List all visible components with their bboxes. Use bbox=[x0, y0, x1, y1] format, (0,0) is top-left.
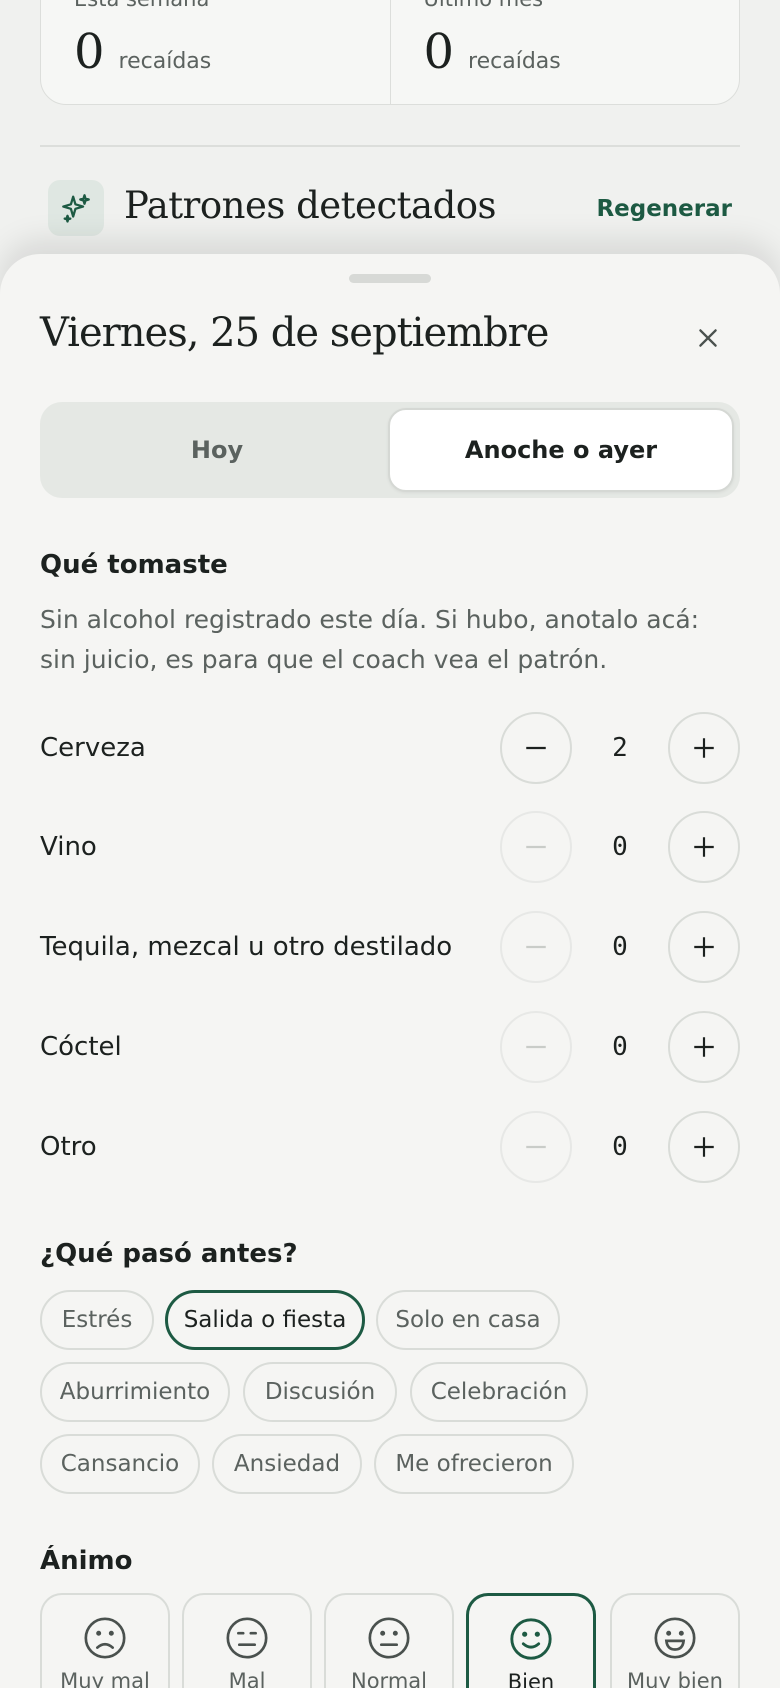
chip-discusion[interactable]: Discusión bbox=[243, 1362, 397, 1422]
increment-button[interactable] bbox=[668, 1011, 740, 1083]
minus-icon bbox=[526, 746, 546, 750]
mood-label: Muy bien bbox=[627, 1669, 723, 1688]
chip-aburrimiento[interactable]: Aburrimiento bbox=[40, 1362, 230, 1422]
grin-face-icon bbox=[654, 1617, 696, 1659]
mood-heading: Ánimo bbox=[40, 1546, 133, 1576]
sad-face-icon bbox=[226, 1617, 268, 1659]
minus-icon bbox=[526, 1045, 546, 1049]
stat-value: 0 bbox=[423, 24, 455, 80]
mood-normal[interactable]: Normal bbox=[324, 1593, 454, 1688]
divider bbox=[40, 145, 740, 147]
sheet-drag-handle[interactable] bbox=[349, 274, 431, 283]
plus-icon bbox=[694, 837, 714, 857]
decrement-button[interactable] bbox=[500, 712, 572, 784]
day-segmented-control: Hoy Anoche o ayer bbox=[40, 402, 740, 498]
decrement-button[interactable] bbox=[500, 1111, 572, 1183]
drinks-heading: Qué tomaste bbox=[40, 550, 228, 580]
chip-salida-o-fiesta[interactable]: Salida o fiesta bbox=[165, 1290, 365, 1350]
close-icon bbox=[699, 329, 717, 347]
decrement-button[interactable] bbox=[500, 911, 572, 983]
increment-button[interactable] bbox=[668, 911, 740, 983]
mood-very-good[interactable]: Muy bien bbox=[610, 1593, 740, 1688]
mood-very-bad[interactable]: Muy mal bbox=[40, 1593, 170, 1688]
stat-month: Último mes 0 recaídas bbox=[389, 0, 740, 104]
quantity-value: 0 bbox=[612, 1032, 628, 1062]
stat-unit: recaídas bbox=[468, 49, 561, 74]
smile-face-icon bbox=[510, 1618, 552, 1660]
increment-button[interactable] bbox=[668, 712, 740, 784]
plus-icon bbox=[694, 1137, 714, 1157]
drink-row-destilado: Tequila, mezcal u otro destilado 0 bbox=[40, 911, 740, 983]
drink-row-vino: Vino 0 bbox=[40, 811, 740, 883]
minus-icon bbox=[526, 845, 546, 849]
mood-label: Mal bbox=[228, 1669, 266, 1688]
plus-icon bbox=[694, 1037, 714, 1057]
regenerate-button[interactable]: Regenerar bbox=[596, 196, 732, 222]
mood-options: Muy mal Mal Normal Bien Muy bien bbox=[40, 1593, 740, 1688]
sheet-title: Viernes, 25 de septiembre bbox=[40, 310, 549, 356]
mood-label: Bien bbox=[507, 1670, 555, 1688]
plus-icon bbox=[694, 937, 714, 957]
very-sad-face-icon bbox=[84, 1617, 126, 1659]
quantity-stepper: 0 bbox=[500, 1111, 740, 1183]
drink-row-otro: Otro 0 bbox=[40, 1111, 740, 1183]
stat-label: Esta semana bbox=[74, 0, 209, 10]
sparkles-icon bbox=[48, 180, 104, 236]
drinks-helper-text: Sin alcohol registrado este día. Si hubo… bbox=[40, 605, 700, 674]
quantity-value: 2 bbox=[612, 733, 628, 763]
stat-value: 0 bbox=[74, 24, 105, 80]
close-button[interactable] bbox=[688, 318, 728, 358]
mood-label: Normal bbox=[351, 1669, 427, 1688]
minus-icon bbox=[526, 1145, 546, 1149]
quantity-stepper: 0 bbox=[500, 911, 740, 983]
minus-icon bbox=[526, 945, 546, 949]
drink-row-cerveza: Cerveza 2 bbox=[40, 712, 740, 784]
increment-button[interactable] bbox=[668, 811, 740, 883]
log-day-sheet: Viernes, 25 de septiembre Hoy Anoche o a… bbox=[0, 254, 780, 1688]
quantity-value: 0 bbox=[612, 932, 628, 962]
chip-cansancio[interactable]: Cansancio bbox=[40, 1434, 200, 1494]
triggers-heading: ¿Qué pasó antes? bbox=[40, 1239, 298, 1269]
mood-label: Muy mal bbox=[60, 1669, 150, 1688]
quantity-value: 0 bbox=[612, 832, 628, 862]
quantity-stepper: 0 bbox=[500, 1011, 740, 1083]
drink-row-coctel: Cóctel 0 bbox=[40, 1011, 740, 1083]
mood-good[interactable]: Bien bbox=[466, 1593, 596, 1688]
stat-label: Último mes bbox=[424, 0, 544, 10]
chip-solo-en-casa[interactable]: Solo en casa bbox=[376, 1290, 560, 1350]
plus-icon bbox=[694, 738, 714, 758]
mood-bad[interactable]: Mal bbox=[182, 1593, 312, 1688]
chip-celebracion[interactable]: Celebración bbox=[410, 1362, 588, 1422]
decrement-button[interactable] bbox=[500, 811, 572, 883]
increment-button[interactable] bbox=[668, 1111, 740, 1183]
chip-ansiedad[interactable]: Ansiedad bbox=[212, 1434, 362, 1494]
stat-week: Esta semana 0 recaídas bbox=[41, 0, 390, 104]
stats-card: Esta semana 0 recaídas Último mes 0 reca… bbox=[40, 0, 740, 105]
tab-today[interactable]: Hoy bbox=[46, 408, 388, 492]
stat-unit: recaídas bbox=[118, 49, 212, 74]
decrement-button[interactable] bbox=[500, 1011, 572, 1083]
chip-me-ofrecieron[interactable]: Me ofrecieron bbox=[374, 1434, 574, 1494]
quantity-stepper: 0 bbox=[500, 811, 740, 883]
patterns-title: Patrones detectados bbox=[124, 184, 497, 227]
chip-estres[interactable]: Estrés bbox=[40, 1290, 154, 1350]
tab-last-night[interactable]: Anoche o ayer bbox=[388, 408, 734, 492]
quantity-stepper: 2 bbox=[500, 712, 740, 784]
quantity-value: 0 bbox=[612, 1132, 628, 1162]
neutral-face-icon bbox=[368, 1617, 410, 1659]
